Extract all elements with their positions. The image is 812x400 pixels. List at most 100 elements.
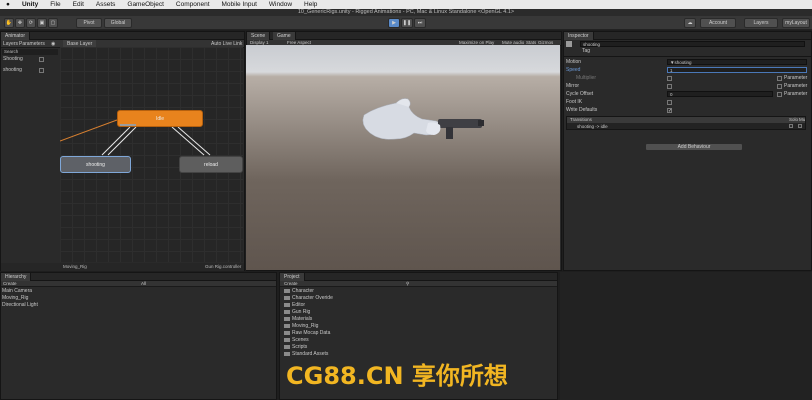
hierarchy-item[interactable]: Moving_Rig [2,295,28,302]
scene-tabbar: Scene Game [247,32,561,40]
tab-scene[interactable]: Scene [247,32,271,40]
menu-window[interactable]: Window [263,1,298,8]
pause-button-icon[interactable]: ❚❚ [401,18,413,28]
foot-ik-label: Foot IK [566,99,583,105]
project-folder[interactable]: Scenes [284,337,309,344]
tab-parameters[interactable]: Parameters [19,40,45,48]
project-folder[interactable]: Materials [284,316,312,323]
solo-checkbox[interactable] [789,124,793,128]
project-toolbar: Create ⚲ [280,281,557,287]
cycle-offset-field[interactable]: 0 [667,91,773,97]
menu-edit[interactable]: Edit [67,1,90,8]
animator-graph[interactable]: Idle shooting reload [60,47,243,262]
speed-label: Speed [566,67,581,73]
empty-dock-area [560,272,812,400]
menu-gameobject[interactable]: GameObject [121,1,170,8]
animator-state-icon [566,41,572,47]
cycle-offset-parameter-checkbox[interactable] [777,92,782,97]
project-search-icon[interactable]: ⚲ [406,281,409,287]
menu-mobile-input[interactable]: Mobile Input [216,1,263,8]
apple-menu-icon[interactable]: ● [0,1,16,8]
multiplier-checkbox[interactable] [667,76,672,81]
hierarchy-create-dropdown[interactable]: Create [3,281,17,287]
mirror-checkbox[interactable] [667,84,672,89]
write-defaults-label: Write Defaults [566,107,598,113]
cycle-offset-parameter-label: Parameter [784,91,808,97]
layout-dropdown[interactable]: myLayout [782,18,810,28]
menu-unity[interactable]: Unity [16,1,44,8]
tab-game[interactable]: Game [273,32,296,40]
mute-checkbox[interactable] [798,124,802,128]
transition-line [171,126,205,156]
tab-project[interactable]: Project [280,273,305,281]
hierarchy-item[interactable]: Main Camera [2,288,32,295]
param-item[interactable]: Shooting [3,56,23,63]
scale-tool-icon[interactable]: ▣ [37,18,47,28]
param-checkbox[interactable] [39,68,44,73]
entry-transition-line [60,119,118,142]
state-shooting[interactable]: shooting [60,156,131,173]
rect-tool-icon[interactable]: ▢ [48,18,58,28]
folder-icon [284,295,290,300]
param-item[interactable]: shooting [3,67,22,74]
folder-icon [284,330,290,335]
project-create-dropdown[interactable]: Create [284,281,298,287]
foot-ik-checkbox[interactable] [667,100,672,105]
param-checkbox[interactable] [39,57,44,62]
tab-animator[interactable]: Animator [1,32,31,40]
account-dropdown[interactable]: Account [700,18,736,28]
rigged-arm-model [362,98,484,140]
project-folder[interactable]: Character Overide [284,295,333,302]
speed-field[interactable]: 1 [667,67,807,73]
hierarchy-panel: Hierarchy Create All [0,272,277,400]
folder-icon [284,309,290,314]
project-folder[interactable]: Raw Mocap Data [284,330,330,337]
state-reload[interactable]: reload [179,156,243,173]
project-folder[interactable]: Editor [284,302,305,309]
hand-tool-icon[interactable]: ✋ [4,18,14,28]
add-behaviour-button[interactable]: Add Behaviour [645,143,743,151]
multiplier-parameter-checkbox[interactable] [777,76,782,81]
inspector-tabbar: Inspector [564,32,811,40]
cloud-icon[interactable]: ☁ [684,18,696,28]
transition-line [101,126,131,156]
pivot-button[interactable]: Pivot [76,18,102,28]
global-button[interactable]: Global [104,18,132,28]
menu-component[interactable]: Component [170,1,216,8]
menu-help[interactable]: Help [298,1,323,8]
layers-dropdown[interactable]: Layers [744,18,778,28]
project-folder[interactable]: Moving_Rig [284,323,318,330]
menu-file[interactable]: File [44,1,66,8]
tab-inspector[interactable]: Inspector [564,32,594,40]
move-tool-icon[interactable]: ✥ [15,18,25,28]
eye-icon[interactable]: ◉ [51,40,55,48]
transition-row[interactable]: shooting -> idle [577,123,608,130]
tab-hierarchy[interactable]: Hierarchy [1,273,32,281]
motion-field[interactable]: ▼shooting [667,59,807,65]
step-button-icon[interactable]: ⏭ [414,18,426,28]
animator-tabbar: Animator [1,32,244,40]
transition-arrows [60,119,211,156]
write-defaults-checkbox[interactable]: ✓ [667,108,672,114]
transition-line [107,126,137,156]
rotate-tool-icon[interactable]: ⟳ [26,18,36,28]
project-folder[interactable]: Scripts [284,344,307,351]
folder-icon [284,344,290,349]
mirror-parameter-label: Parameter [784,83,808,89]
hierarchy-search-input[interactable]: All [141,281,146,287]
play-button-icon[interactable]: ▶ [388,18,400,28]
folder-icon [284,288,290,293]
state-name-field[interactable]: shooting [580,41,805,47]
multiplier-label: Multiplier [576,75,597,81]
mac-menubar: ● Unity File Edit Assets GameObject Comp… [0,0,812,9]
param-search-input[interactable]: Search [2,49,58,55]
state-progress-bar [120,124,136,126]
mirror-parameter-checkbox[interactable] [777,84,782,89]
hierarchy-item[interactable]: Directional Light [2,302,38,309]
menu-assets[interactable]: Assets [90,1,122,8]
hierarchy-toolbar: Create All [1,281,276,287]
tab-layers[interactable]: Layers [3,40,18,48]
project-folder[interactable]: Character [284,288,314,295]
project-folder[interactable]: Gun Rig [284,309,310,316]
game-viewport[interactable] [246,45,560,270]
